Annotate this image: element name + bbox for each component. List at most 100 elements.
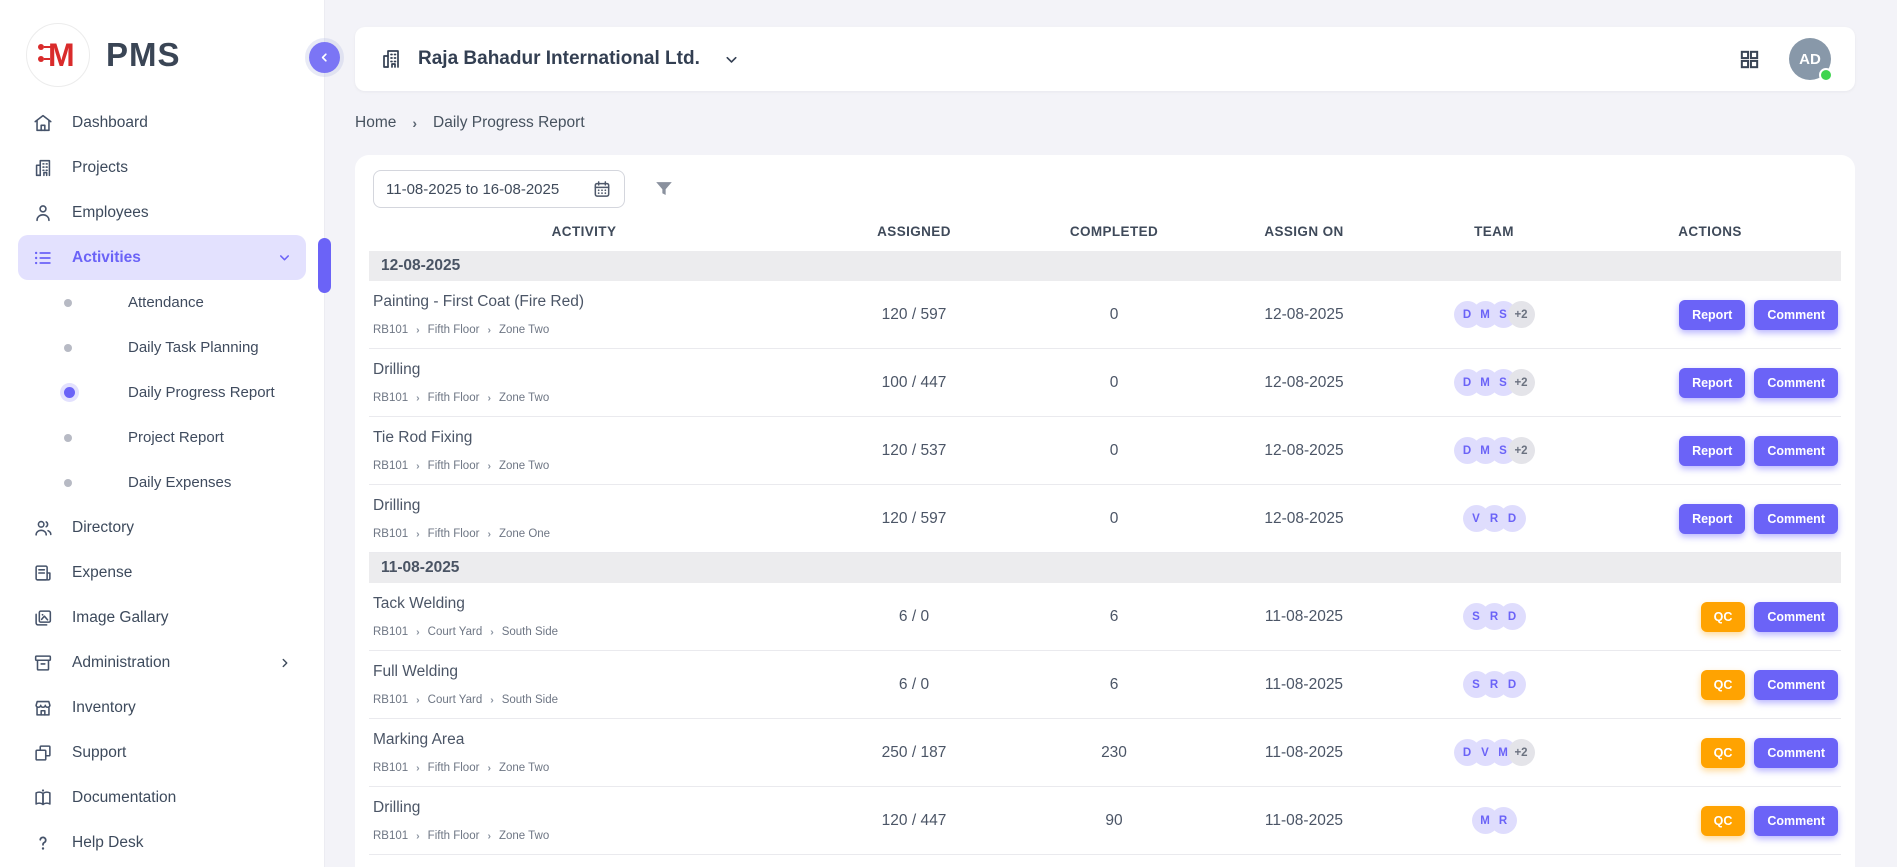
team-member-avatar[interactable]: D: [1499, 603, 1526, 630]
table-row: Drilling RB101› Fifth Floor› Zone Two 10…: [369, 349, 1841, 417]
report-button[interactable]: Report: [1679, 504, 1745, 534]
chevron-right-icon: ›: [416, 626, 420, 638]
chevron-right-icon: ›: [487, 460, 491, 472]
team-member-avatar[interactable]: D: [1499, 505, 1526, 532]
sidebar-subitem-label: Attendance: [128, 294, 204, 311]
sidebar-item-administration[interactable]: Administration: [18, 640, 306, 685]
company-selector[interactable]: Raja Bahadur International Ltd.: [379, 47, 740, 71]
content-card: 11-08-2025 to 16-08-2025 ACTIVITY ASSIGN…: [355, 155, 1855, 867]
comment-button[interactable]: Comment: [1754, 670, 1838, 700]
building-icon: [379, 47, 403, 71]
sidebar-item-project-report[interactable]: Project Report: [18, 415, 306, 460]
report-button[interactable]: Report: [1679, 300, 1745, 330]
path-segment: Zone Two: [499, 460, 549, 472]
app-name: PMS: [106, 36, 181, 74]
sidebar-item-activities[interactable]: Activities: [18, 235, 306, 280]
team-extra-count[interactable]: +2: [1508, 301, 1535, 328]
sidebar-item-dashboard[interactable]: Dashboard: [18, 100, 306, 145]
activity-cell: Drilling RB101› Fifth Floor› Zone Two: [369, 361, 799, 404]
sidebar-item-directory[interactable]: Directory: [18, 505, 306, 550]
team-member-avatar[interactable]: D: [1499, 671, 1526, 698]
sidebar-item-documentation[interactable]: Documentation: [18, 775, 306, 820]
grid-icon: [1738, 48, 1761, 71]
filter-button[interactable]: [653, 178, 675, 200]
sidebar-item-daily-task-planning[interactable]: Daily Task Planning: [18, 325, 306, 370]
team-extra-count[interactable]: +2: [1508, 437, 1535, 464]
row-actions: QC Comment: [1579, 602, 1841, 632]
comment-button[interactable]: Comment: [1754, 602, 1838, 632]
chevron-left-icon: [318, 51, 331, 64]
row-actions: QC Comment: [1579, 738, 1841, 768]
activity-path: RB101› Fifth Floor› Zone One: [373, 528, 799, 540]
comment-button[interactable]: Comment: [1754, 806, 1838, 836]
store-icon: [32, 697, 54, 719]
sidebar-collapse-button[interactable]: [309, 42, 340, 73]
sidebar-item-projects[interactable]: Projects: [18, 145, 306, 190]
book-icon: [32, 787, 54, 809]
person-icon: [32, 202, 54, 224]
chevron-right-icon: ›: [416, 392, 420, 404]
report-button[interactable]: Report: [1679, 436, 1745, 466]
team-extra-count[interactable]: +2: [1508, 739, 1535, 766]
sidebar-item-label: Help Desk: [72, 834, 144, 852]
breadcrumb-current: Daily Progress Report: [433, 114, 585, 132]
completed-value: 6: [1029, 608, 1199, 626]
sidebar-item-attendance[interactable]: Attendance: [18, 280, 306, 325]
avatar-initials: AD: [1799, 51, 1821, 68]
filter-bar: 11-08-2025 to 16-08-2025: [373, 170, 1841, 208]
apps-grid-button[interactable]: [1738, 48, 1761, 71]
date-range-input[interactable]: 11-08-2025 to 16-08-2025: [373, 170, 625, 208]
chevron-right-icon: ›: [490, 626, 494, 638]
qc-button[interactable]: QC: [1701, 602, 1746, 632]
path-segment: Zone One: [499, 528, 550, 540]
team-extra-count[interactable]: +2: [1508, 369, 1535, 396]
sidebar-subitem-label: Daily Expenses: [128, 474, 231, 491]
comment-button[interactable]: Comment: [1754, 300, 1838, 330]
assigned-value: 120 / 537: [799, 442, 1029, 460]
report-button[interactable]: Report: [1679, 368, 1745, 398]
path-segment: RB101: [373, 324, 408, 336]
qc-button[interactable]: QC: [1701, 670, 1746, 700]
team-member-avatar[interactable]: R: [1490, 807, 1517, 834]
activity-path: RB101› Fifth Floor› Zone Two: [373, 324, 799, 336]
sidebar-item-inventory[interactable]: Inventory: [18, 685, 306, 730]
comment-button[interactable]: Comment: [1754, 504, 1838, 534]
assign-on-value: 12-08-2025: [1199, 510, 1409, 528]
qc-button[interactable]: QC: [1701, 738, 1746, 768]
assigned-value: 6 / 0: [799, 608, 1029, 626]
sidebar-item-daily-progress-report[interactable]: Daily Progress Report: [18, 370, 306, 415]
user-avatar[interactable]: AD: [1789, 38, 1831, 80]
sidebar-item-support[interactable]: Support: [18, 730, 306, 775]
team-avatars: D M S +2: [1409, 437, 1579, 464]
activity-title: Painting - First Coat (Fire Red): [373, 293, 799, 311]
bullet-dot-icon: [64, 344, 72, 352]
sidebar-item-help-desk[interactable]: Help Desk: [18, 820, 306, 865]
assign-on-value: 11-08-2025: [1199, 812, 1409, 830]
sidebar-item-daily-expenses[interactable]: Daily Expenses: [18, 460, 306, 505]
sidebar-item-employees[interactable]: Employees: [18, 190, 306, 235]
path-segment: South Side: [502, 626, 558, 638]
path-segment: Fifth Floor: [428, 460, 480, 472]
row-actions: Report Comment: [1579, 300, 1841, 330]
comment-button[interactable]: Comment: [1754, 738, 1838, 768]
breadcrumb-home[interactable]: Home: [355, 114, 396, 132]
activity-path: RB101› Fifth Floor› Zone Two: [373, 392, 799, 404]
comment-button[interactable]: Comment: [1754, 368, 1838, 398]
assign-on-value: 11-08-2025: [1199, 744, 1409, 762]
sidebar-item-expense[interactable]: Expense: [18, 550, 306, 595]
gallery-icon: [32, 607, 54, 629]
comment-button[interactable]: Comment: [1754, 436, 1838, 466]
activity-title: Drilling: [373, 799, 799, 817]
sidebar-item-image-gallary[interactable]: Image Gallary: [18, 595, 306, 640]
building-icon: [32, 157, 54, 179]
chevron-right-icon: ›: [416, 694, 420, 706]
funnel-icon: [653, 178, 675, 200]
activity-title: Tie Rod Fixing: [373, 429, 799, 447]
group-date: 11-08-2025: [381, 559, 459, 577]
activity-path: RB101› Fifth Floor› Zone Two: [373, 762, 799, 774]
column-header-actions: ACTIONS: [1579, 224, 1841, 239]
qc-button[interactable]: QC: [1701, 806, 1746, 836]
path-segment: RB101: [373, 830, 408, 842]
sidebar-item-label: Documentation: [72, 789, 176, 807]
sidebar-item-label: Expense: [72, 564, 132, 582]
